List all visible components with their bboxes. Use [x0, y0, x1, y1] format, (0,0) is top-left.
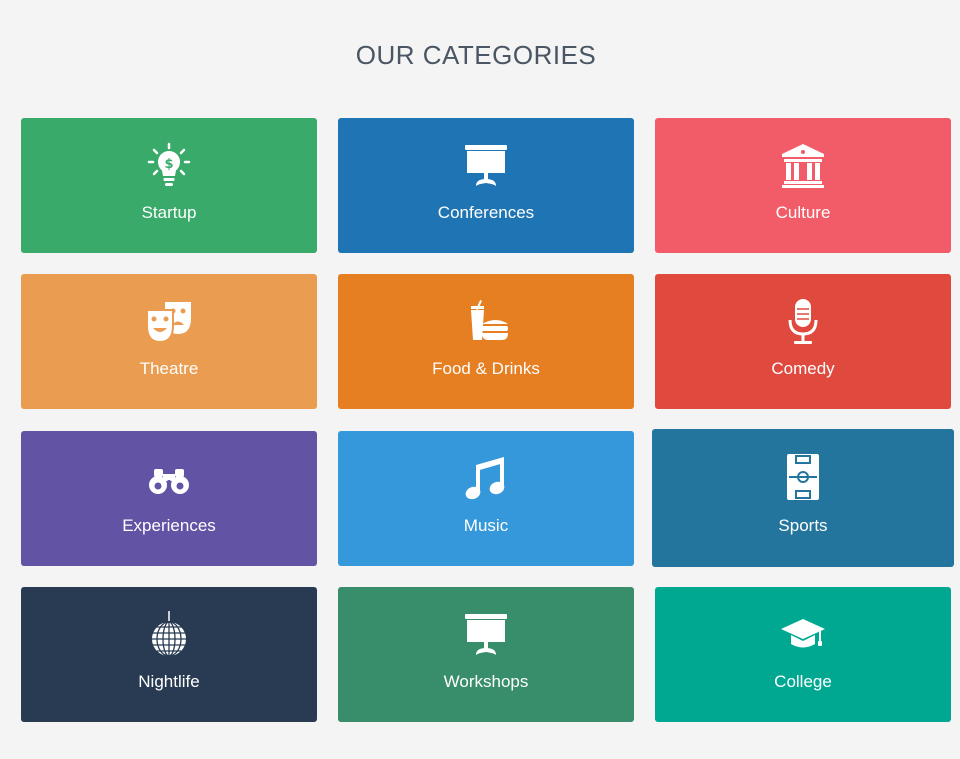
category-tile-conferences[interactable]: Conferences [338, 118, 634, 253]
category-label: Theatre [139, 359, 199, 378]
category-tile-experiences[interactable]: Experiences [21, 431, 317, 566]
category-label: Startup [141, 203, 197, 222]
category-tile-startup[interactable]: $ Startup [21, 118, 317, 253]
soccer-field-icon [652, 453, 954, 501]
page-title: OUR CATEGORIES [355, 40, 597, 70]
presentation-board-icon [338, 142, 634, 190]
category-label: Music [463, 516, 509, 535]
category-tile-comedy[interactable]: Comedy [655, 274, 951, 409]
disco-ball-icon [21, 611, 317, 659]
category-label: Sports [778, 516, 828, 535]
theatre-masks-icon [21, 298, 317, 346]
category-tile-theatre[interactable]: Theatre [21, 274, 317, 409]
museum-building-icon [655, 142, 951, 190]
category-label: Nightlife [138, 672, 200, 691]
category-tile-sports[interactable]: Sports [652, 429, 954, 567]
graduation-cap-icon [655, 611, 951, 659]
category-label: Comedy [771, 359, 835, 378]
microphone-icon [655, 298, 951, 346]
fast-food-icon [338, 298, 634, 346]
category-tile-college[interactable]: College [655, 587, 951, 722]
category-tile-music[interactable]: Music [338, 431, 634, 566]
category-tile-nightlife[interactable]: Nightlife [21, 587, 317, 722]
category-label: Workshops [443, 672, 529, 691]
category-tile-workshops[interactable]: Workshops [338, 587, 634, 722]
lightbulb-dollar-icon: $ [21, 142, 317, 190]
category-tile-culture[interactable]: Culture [655, 118, 951, 253]
category-label: Experiences [122, 516, 216, 535]
category-tile-food-drinks[interactable]: Food & Drinks [338, 274, 634, 409]
category-label: Food & Drinks [432, 359, 540, 378]
category-label: Culture [775, 203, 831, 222]
category-label: College [774, 672, 832, 691]
binoculars-icon [21, 455, 317, 503]
music-note-icon [338, 455, 634, 503]
presentation-board-icon [338, 611, 634, 659]
category-label: Conferences [437, 203, 535, 222]
svg-text:$: $ [164, 157, 173, 172]
